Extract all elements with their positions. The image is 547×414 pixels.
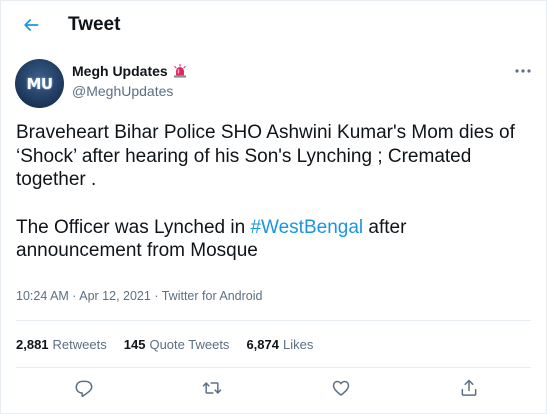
- retweets-label: Retweets: [52, 337, 107, 352]
- retweets-count: 2,881: [16, 337, 49, 352]
- tweet-paragraph-1: Braveheart Bihar Police SHO Ashwini Kuma…: [16, 122, 515, 190]
- more-button[interactable]: [508, 60, 538, 82]
- divider: [16, 320, 531, 321]
- reply-icon: [75, 380, 93, 398]
- retweet-icon: [202, 382, 222, 394]
- avatar[interactable]: MU: [15, 59, 64, 108]
- avatar-logo-text: MU: [26, 74, 53, 93]
- likes-stat[interactable]: 6,874 Likes: [246, 337, 313, 352]
- more-horizontal-icon: [515, 69, 531, 73]
- heart-icon: [332, 380, 350, 396]
- reply-button[interactable]: [71, 375, 97, 401]
- tweet-actions: [0, 371, 547, 405]
- tweet-body: Braveheart Bihar Police SHO Ashwini Kuma…: [16, 121, 536, 263]
- quote-tweets-stat[interactable]: 145 Quote Tweets: [124, 337, 230, 352]
- quote-tweets-label: Quote Tweets: [149, 337, 230, 352]
- retweets-stat[interactable]: 2,881 Retweets: [16, 337, 107, 352]
- meta-separator: ·: [68, 289, 80, 303]
- likes-count: 6,874: [246, 337, 279, 352]
- quote-tweets-count: 145: [123, 337, 146, 352]
- page-title: Tweet: [68, 14, 121, 35]
- back-button[interactable]: [14, 8, 48, 42]
- hashtag-link[interactable]: #WestBengal: [250, 217, 363, 238]
- share-icon: [461, 379, 477, 396]
- author-name[interactable]: Megh Updates: [72, 63, 187, 79]
- share-button[interactable]: [456, 375, 482, 401]
- tweet-paragraph-2: The Officer was Lynched in #WestBengal a…: [16, 216, 536, 263]
- police-light-icon: [173, 64, 186, 78]
- author-handle[interactable]: @MeghUpdates: [72, 83, 173, 99]
- meta-separator: ·: [150, 289, 162, 303]
- tweet-stats: 2,881 Retweets 145 Quote Tweets 6,874 Likes: [16, 337, 330, 352]
- tweet-meta: 10:24 AM · Apr 12, 2021 · Twitter for An…: [16, 289, 262, 303]
- like-button[interactable]: [328, 375, 354, 401]
- arrow-left-icon: [24, 19, 39, 31]
- tweet-text-segment: The Officer was Lynched in: [16, 216, 251, 238]
- tweet-time[interactable]: 10:24 AM: [16, 289, 69, 303]
- page-header: Tweet: [0, 0, 547, 49]
- tweet-source[interactable]: Twitter for Android: [162, 289, 263, 303]
- tweet-date[interactable]: Apr 12, 2021: [79, 289, 151, 303]
- retweet-button[interactable]: [199, 375, 225, 401]
- likes-label: Likes: [282, 337, 314, 352]
- author-name-text: Megh Updates: [72, 63, 168, 79]
- divider: [16, 367, 531, 368]
